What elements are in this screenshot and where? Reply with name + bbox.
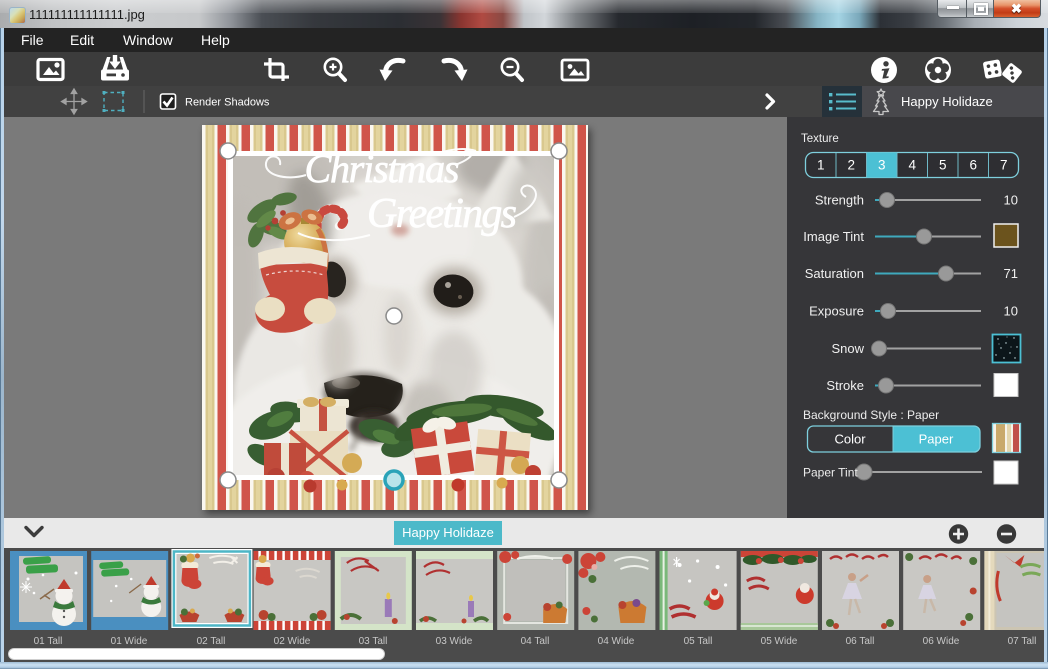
svg-text:07 Tall: 07 Tall [1008, 636, 1037, 647]
svg-text:Strength: Strength [815, 193, 864, 208]
svg-text:Snow: Snow [831, 341, 864, 356]
svg-text:02 Tall: 02 Tall [197, 636, 226, 647]
svg-text:Image Tint: Image Tint [803, 229, 864, 244]
svg-text:4: 4 [908, 158, 916, 173]
svg-text:10: 10 [1004, 304, 1018, 319]
svg-text:2: 2 [847, 158, 855, 173]
svg-text:Paper Tint: Paper Tint [803, 466, 858, 480]
svg-text:Background Style : Paper: Background Style : Paper [803, 408, 939, 422]
svg-text:02 Wide: 02 Wide [274, 636, 311, 647]
svg-text:6: 6 [969, 158, 977, 173]
svg-text:Saturation: Saturation [805, 266, 864, 281]
svg-text:7: 7 [1000, 158, 1008, 173]
svg-text:06 Tall: 06 Tall [846, 636, 875, 647]
svg-text:3: 3 [878, 158, 886, 173]
svg-text:Render Shadows: Render Shadows [185, 97, 270, 109]
svg-text:01 Wide: 01 Wide [111, 636, 148, 647]
svg-text:Color: Color [834, 432, 866, 447]
svg-text:03 Tall: 03 Tall [359, 636, 388, 647]
svg-text:05 Tall: 05 Tall [684, 636, 713, 647]
svg-text:1: 1 [817, 158, 825, 173]
svg-text:03 Wide: 03 Wide [436, 636, 473, 647]
svg-text:04 Tall: 04 Tall [521, 636, 550, 647]
svg-text:04 Wide: 04 Wide [598, 636, 635, 647]
svg-text:Stroke: Stroke [826, 378, 864, 393]
svg-text:10: 10 [1004, 193, 1018, 208]
svg-text:Exposure: Exposure [809, 304, 864, 319]
svg-text:06 Wide: 06 Wide [923, 636, 960, 647]
svg-text:05 Wide: 05 Wide [761, 636, 798, 647]
svg-text:Paper: Paper [919, 432, 954, 447]
svg-text:5: 5 [939, 158, 947, 173]
svg-text:Greetings: Greetings [367, 191, 517, 237]
svg-text:Christmas: Christmas [305, 146, 460, 191]
svg-text:Texture: Texture [801, 133, 839, 145]
svg-text:71: 71 [1004, 266, 1018, 281]
svg-text:01 Tall: 01 Tall [34, 636, 63, 647]
